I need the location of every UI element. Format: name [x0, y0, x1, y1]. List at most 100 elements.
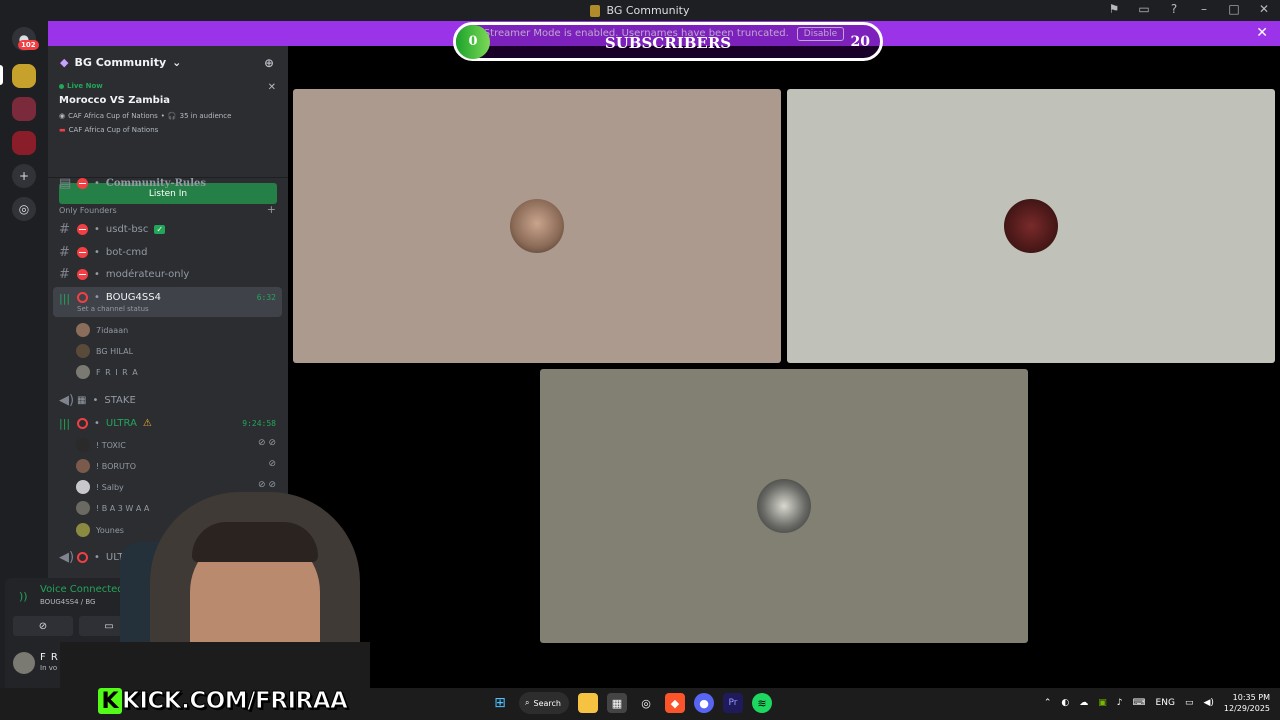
no-entry-icon — [77, 417, 88, 429]
voice-user-name: 7idaaan — [96, 325, 129, 335]
window-titlebar: BG Community ⚑ ▭ ? – □ ✕ — [0, 0, 1280, 21]
server-3[interactable] — [12, 131, 36, 155]
no-entry-icon — [77, 223, 88, 235]
voice-user[interactable]: 7idaaan — [76, 320, 128, 340]
video-tile[interactable] — [787, 89, 1275, 363]
channel-community-rules[interactable]: ▤ • Community-Rules — [53, 173, 282, 193]
inbox-icon[interactable]: ⚑ — [1106, 2, 1122, 16]
rules-icon: ▤ — [59, 175, 72, 191]
stake-icon: ▦ — [77, 394, 87, 406]
clock[interactable]: 10:35 PM 12/29/2025 — [1224, 692, 1270, 714]
channel-status[interactable]: Set a channel status — [77, 305, 149, 313]
voice-timer: 6:32 — [256, 293, 276, 302]
video-tile[interactable] — [540, 369, 1028, 643]
tray-icon[interactable]: ☁ — [1079, 698, 1088, 708]
avatar — [76, 323, 90, 337]
active-server-pill — [0, 65, 3, 85]
channel-label: Community-Rules — [105, 177, 206, 189]
window-title: BG Community — [606, 4, 690, 17]
no-entry-icon — [77, 177, 88, 189]
keyboard-icon[interactable]: ⌨ — [1133, 698, 1146, 708]
chevron-up-icon[interactable]: ⌃ — [1044, 698, 1052, 708]
no-entry-icon — [77, 292, 88, 303]
server-2[interactable] — [12, 97, 36, 121]
file-explorer-icon[interactable] — [578, 693, 598, 713]
channel-label: bot-cmd — [105, 246, 148, 258]
avatar — [76, 459, 90, 473]
search-box[interactable]: ⌕ Search — [519, 692, 569, 714]
discover-icon[interactable]: ◎ — [12, 197, 36, 221]
screen-share-icon[interactable]: ▭ — [1136, 2, 1152, 16]
avatar — [76, 438, 90, 452]
voice-user[interactable]: ! BORUTO — [76, 456, 136, 476]
hash-icon: # — [59, 221, 70, 237]
streamer-webcam — [60, 492, 370, 688]
premiere-icon[interactable]: Pr — [723, 693, 743, 713]
voice-channel-stake[interactable]: ◀) ▦ • STAKE — [53, 390, 282, 410]
volume-icon[interactable]: ◀) — [1203, 698, 1213, 708]
voice-user-name: F R I R A — [96, 367, 139, 377]
voice-channel-boug4ss4[interactable]: ||| • BOUG4SS4 6:32 Set a channel status — [53, 287, 282, 317]
muted-icon: ⊘ — [268, 459, 276, 469]
live-dot — [59, 83, 64, 89]
network-icon[interactable]: ▭ — [1185, 698, 1194, 708]
chevron-down-icon: ⌄ — [172, 55, 182, 69]
avatar — [510, 199, 564, 253]
category-only-founders[interactable]: Only Founders — [59, 206, 117, 215]
user-status: In vo — [40, 664, 58, 672]
avatar[interactable] — [13, 652, 35, 674]
deafened-icon: ⊘ ⊘ — [258, 480, 276, 490]
channel-label: modérateur-only — [105, 268, 190, 280]
deafened-icon: ⊘ ⊘ — [258, 438, 276, 448]
server-name: BG Community — [74, 55, 167, 69]
server-bg-community[interactable] — [12, 64, 36, 88]
channel-label: usdt-bsc — [105, 223, 149, 235]
nvidia-icon[interactable]: ▣ — [1098, 698, 1107, 708]
add-server-icon[interactable]: + — [12, 164, 36, 188]
voice-user[interactable]: F R I R A — [76, 362, 139, 382]
voice-user-name: ! Salby — [96, 482, 124, 492]
close-icon[interactable]: ✕ — [1256, 25, 1268, 41]
sub-goal: 20 — [850, 34, 870, 50]
search-icon: ⌕ — [525, 698, 530, 707]
sub-label: SUBSCRIBERS — [604, 34, 732, 52]
discord-icon[interactable]: ● — [694, 693, 714, 713]
avatar — [76, 344, 90, 358]
help-icon[interactable]: ? — [1166, 2, 1182, 16]
channel-usdt-bsc[interactable]: # • usdt-bsc ✓ — [53, 219, 282, 239]
live-title: Morocco VS Zambia — [59, 95, 171, 106]
avatar — [757, 479, 811, 533]
tray-icon[interactable]: ◐ — [1061, 698, 1069, 708]
close-icon[interactable]: ✕ — [268, 82, 276, 93]
minimize-button[interactable]: – — [1196, 2, 1212, 16]
voice-user[interactable]: BG HILAL — [76, 341, 133, 361]
language-indicator[interactable]: ENG — [1156, 698, 1175, 708]
spotify-icon[interactable]: ≋ — [752, 693, 772, 713]
maximize-button[interactable]: □ — [1226, 2, 1242, 16]
channel-bot-cmd[interactable]: # • bot-cmd — [53, 242, 282, 262]
hash-icon: # — [59, 266, 70, 282]
stage-icon: ◉ — [59, 112, 66, 120]
kick-watermark: K KICK.COM/FRIRAA — [98, 686, 348, 716]
channel-label: BOUG4SS4 — [105, 292, 161, 303]
video-tile[interactable] — [293, 89, 781, 363]
channel-moderateur-only[interactable]: # • modérateur-only — [53, 264, 282, 284]
chrome-icon[interactable]: ◎ — [636, 693, 656, 713]
app-icon[interactable]: ▦ — [607, 693, 627, 713]
brave-icon[interactable]: ◆ — [665, 693, 685, 713]
add-channel-icon[interactable]: + — [267, 203, 276, 216]
subscriber-goal-widget: 0 SUBSCRIBERS 20 — [453, 22, 883, 61]
voice-channel-ultra[interactable]: ||| • ULTRA ⚠ 9:24:58 — [53, 413, 282, 433]
voice-user-name: BG HILAL — [96, 346, 134, 356]
voice-user-name: ! BORUTO — [96, 461, 136, 471]
close-window-button[interactable]: ✕ — [1256, 2, 1272, 16]
avatar — [76, 365, 90, 379]
invite-icon[interactable]: ⊕ — [264, 56, 274, 70]
channel-icon: ▬ — [59, 126, 66, 134]
voice-active-icon: ||| — [59, 292, 71, 305]
windows-start-icon[interactable]: ⊞ — [490, 693, 510, 713]
voice-user[interactable]: ! TOXIC — [76, 435, 126, 455]
clock-time: 10:35 PM — [1232, 693, 1270, 702]
server-header[interactable]: ◆ BG Community ⌄ ⊕ — [48, 46, 288, 78]
microphone-icon[interactable]: ♪ — [1117, 698, 1123, 708]
